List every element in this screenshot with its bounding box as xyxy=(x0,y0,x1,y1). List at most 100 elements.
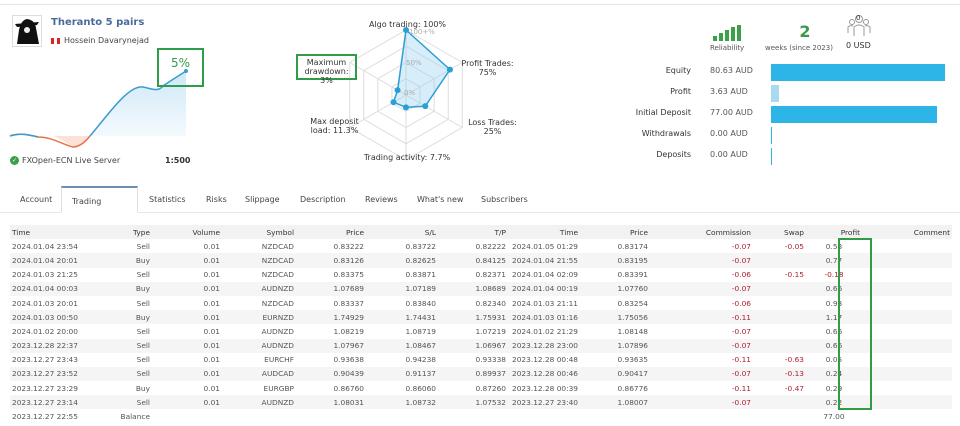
column-header[interactable]: Volume xyxy=(152,225,222,240)
leverage: 1:500 xyxy=(165,156,191,165)
table-cell: 1.08719 xyxy=(405,326,436,336)
column-header[interactable]: Swap xyxy=(753,225,806,240)
stat-label: Initial Deposit xyxy=(635,108,691,117)
table-cell: -0.11 xyxy=(650,310,753,325)
table-cell: 1.06967 xyxy=(438,338,508,353)
table-cell xyxy=(753,253,806,268)
table-cell xyxy=(222,409,296,423)
reliability-label: Reliability xyxy=(710,44,745,52)
stat-value: 80.63 AUD xyxy=(710,66,753,75)
load-label: Max deposit xyxy=(310,117,359,126)
radar-label-load: Max deposit load: 11.3% xyxy=(302,117,367,135)
column-header[interactable]: Time xyxy=(508,225,580,240)
reliability-icon xyxy=(713,25,743,43)
table-cell: Buy xyxy=(135,383,150,393)
tab-account[interactable]: Account xyxy=(10,186,62,213)
subscribers-count: 0 xyxy=(856,14,861,22)
column-header[interactable]: Commission xyxy=(650,225,753,240)
tab-statistics[interactable]: Statistics xyxy=(139,186,196,213)
table-cell xyxy=(862,324,952,338)
table-cell: 0.90439 xyxy=(296,366,366,382)
column-header[interactable]: S/L xyxy=(366,225,438,240)
table-cell: Sell xyxy=(136,355,150,365)
server-label: FXOpen-ECN Live Server xyxy=(22,156,121,165)
column-header[interactable]: Type xyxy=(100,225,152,240)
stat-bar xyxy=(771,148,772,165)
radar-tick: 100+% xyxy=(409,28,435,36)
profit-trades-label: Profit Trades: xyxy=(461,59,514,68)
table-cell: Sell xyxy=(136,298,150,308)
column-header[interactable]: Symbol xyxy=(222,225,296,240)
table-cell xyxy=(753,281,806,296)
table-cell: 0.93338 xyxy=(475,355,506,365)
table-cell xyxy=(580,409,650,423)
table-cell: 0.82625 xyxy=(366,253,438,268)
table-cell: Sell xyxy=(136,326,150,336)
table-cell: 2024.01.02 21:29 xyxy=(512,326,578,336)
table-cell: NZDCAD xyxy=(261,270,294,280)
table-cell: 2023.12.28 23:00 xyxy=(508,338,580,353)
table-cell: 0.01 xyxy=(152,281,222,296)
table-cell: 2023.12.27 23:29 xyxy=(12,383,78,393)
table-cell: -0.07 xyxy=(650,366,753,382)
tab-description[interactable]: Description xyxy=(290,186,356,213)
column-header[interactable]: Comment xyxy=(862,225,952,240)
table-cell: 2024.01.03 00:50 xyxy=(10,310,100,325)
radar-chart: 100+% 50% 0% xyxy=(349,27,463,161)
tab-trading-history[interactable]: Trading history xyxy=(61,186,138,233)
column-header[interactable]: T/P xyxy=(438,225,508,240)
stat-value: 3.63 AUD xyxy=(710,87,748,96)
table-cell: 2023.12.27 23:14 xyxy=(10,395,100,410)
column-header[interactable]: Price xyxy=(580,225,650,240)
table-cell xyxy=(753,395,806,410)
radar-label-profit: Profit Trades: 75% xyxy=(455,59,520,77)
table-cell: -0.15 xyxy=(784,270,804,280)
author-name[interactable]: Hossein Davarynejad xyxy=(51,36,149,45)
table-cell: 0.90417 xyxy=(580,366,650,382)
table-cell: 1.74431 xyxy=(366,310,438,325)
table-cell: -0.13 xyxy=(753,366,806,382)
table-cell: 0.82371 xyxy=(475,270,506,280)
radar-label-loss: Loss Trades: 25% xyxy=(468,118,517,136)
table-cell: 0.86760 xyxy=(333,383,364,393)
table-cell: 0.83840 xyxy=(405,298,436,308)
column-header[interactable]: Time xyxy=(10,225,100,240)
table-cell: NZDCAD xyxy=(222,253,296,268)
radar-label-algo: Algo trading: 100% xyxy=(368,20,447,29)
radar-point xyxy=(446,66,453,73)
table-row: 2023.12.28 22:37 Sell 0.01 AUDNZD 1.07967 1.0… xyxy=(10,338,952,353)
table-cell: EURNZD xyxy=(222,310,296,325)
table-cell: -0.07 xyxy=(650,281,753,296)
table-cell: 0.83195 xyxy=(580,253,650,268)
tab-subscribers[interactable]: Subscribers xyxy=(471,186,538,213)
profit-highlight-box xyxy=(838,238,872,410)
signal-title[interactable]: Theranto 5 pairs xyxy=(51,17,144,28)
table-cell xyxy=(862,281,952,296)
table-cell xyxy=(296,409,366,423)
table-cell: 1.08007 xyxy=(580,395,650,410)
table-cell: NZDCAD xyxy=(261,298,294,308)
author-label: Hossein Davarynejad xyxy=(64,36,149,45)
table-cell: -0.07 xyxy=(650,338,753,353)
table-header-row: Time Type Volume Symbol Price S/L T/P Time Price… xyxy=(10,225,952,240)
tab-whats-new[interactable]: What's new xyxy=(407,186,473,213)
table-cell: 0.01 xyxy=(152,338,222,353)
column-header[interactable]: Price xyxy=(296,225,366,240)
table-cell: -0.06 xyxy=(731,298,751,308)
tab-reviews[interactable]: Reviews xyxy=(355,186,408,213)
tab-bar: Account Trading history Statistics Risks… xyxy=(0,186,960,233)
profit-trades-value: 75% xyxy=(478,68,497,77)
table-row: 2024.01.03 00:50 Buy 0.01 EURNZD 1.74929 1.74… xyxy=(10,310,952,325)
table-cell: 0.01 xyxy=(203,355,220,365)
table-cell: 2023.12.28 00:39 xyxy=(512,383,578,393)
table-row: 2023.12.27 22:55 Balance 77.00 xyxy=(10,409,952,423)
tab-risks[interactable]: Risks xyxy=(196,186,237,213)
table-row: 2024.01.04 23:54 Sell 0.01 NZDCAD 0.83222 0.8… xyxy=(10,239,952,253)
table-cell xyxy=(366,409,438,423)
radar-label-activity: Trading activity: 7.7% xyxy=(363,153,451,162)
table-cell: 1.07189 xyxy=(366,281,438,296)
table-cell: NZDCAD xyxy=(261,241,294,251)
tab-slippage[interactable]: Slippage xyxy=(235,186,290,213)
table-cell: 2023.12.28 22:37 xyxy=(10,338,100,353)
table-row: 2023.12.27 23:14 Sell 0.01 AUDNZD 1.08031 1.0… xyxy=(10,395,952,410)
